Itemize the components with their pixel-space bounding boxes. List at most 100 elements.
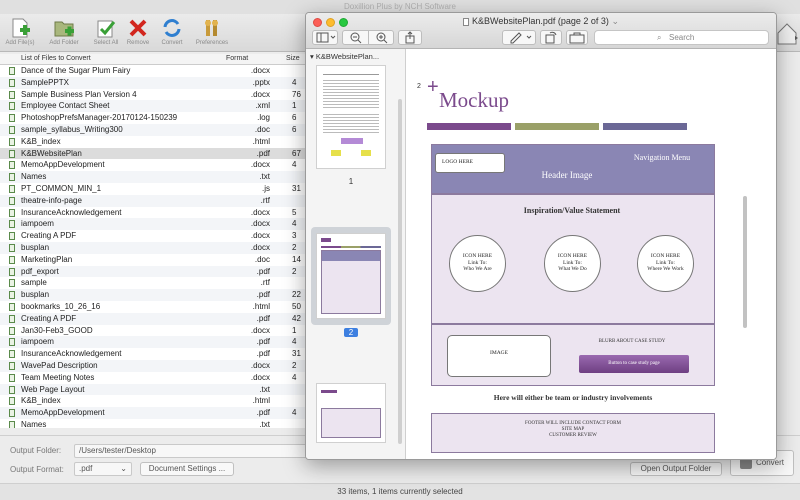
file-row[interactable]: Names .txt xyxy=(0,171,305,183)
add-file-icon xyxy=(12,18,30,38)
file-size: 2 xyxy=(292,266,297,276)
file-row[interactable]: Employee Contact Sheet .xml 1 xyxy=(0,100,305,113)
rotate-icon xyxy=(545,31,557,44)
column-name-header[interactable]: List of Files to Convert xyxy=(21,55,91,62)
file-row[interactable]: PT_COMMON_MIN_1 .js 31 xyxy=(0,183,305,195)
sidebar-scrollbar[interactable] xyxy=(398,99,402,444)
page-1-thumbnail[interactable] xyxy=(316,65,386,169)
thumbnail-line xyxy=(323,74,379,75)
sidebar-toggle-button[interactable] xyxy=(312,30,338,45)
file-list[interactable]: Dance of the Sugar Plum Fairy .docx Sample… xyxy=(0,65,305,428)
toolbox-button[interactable] xyxy=(566,30,588,45)
output-folder-field[interactable]: /Users/tester/Desktop xyxy=(74,444,334,458)
file-name: K&B_index xyxy=(21,136,61,146)
document-icon xyxy=(9,67,15,75)
file-size: 4 xyxy=(292,77,297,87)
file-row[interactable]: InsuranceAcknowledgement .docx 5 xyxy=(0,207,305,219)
file-row[interactable]: Creating A PDF .docx 3 xyxy=(0,230,305,242)
file-row[interactable]: MemoAppDevelopment .pdf 4 xyxy=(0,407,305,419)
file-row[interactable]: busplan .pdf 22 xyxy=(0,289,305,301)
file-row[interactable]: theatre-info-page .rtf xyxy=(0,194,305,207)
file-name: bookmarks_10_26_16 xyxy=(21,301,101,311)
file-row[interactable]: K&B_index .html xyxy=(0,136,305,148)
file-format: .txt xyxy=(259,172,270,182)
file-row[interactable]: WavePad Description .docx 2 xyxy=(0,359,305,372)
file-row[interactable]: SamplePPTX .pptx 4 xyxy=(0,76,305,89)
select-all-icon xyxy=(97,20,116,38)
home-icon xyxy=(777,23,798,45)
file-row[interactable]: K&B_index .html xyxy=(0,395,305,407)
file-name: InsuranceAcknowledgement xyxy=(21,207,122,217)
rotate-button[interactable] xyxy=(540,30,562,45)
mockup-footer-text: FOOTER WILL INCLUDE CONTACT FORM SITE MA… xyxy=(525,421,621,438)
open-output-folder-button[interactable]: Open Output Folder xyxy=(630,462,722,476)
column-format-header[interactable]: Format xyxy=(226,55,248,62)
file-format: .html xyxy=(252,136,270,146)
sidebar-icon xyxy=(316,32,336,43)
mockup-image-box: IMAGE xyxy=(447,335,551,377)
convert-toolbar-button[interactable]: Convert xyxy=(152,16,192,52)
document-icon xyxy=(9,420,15,428)
document-icon xyxy=(9,397,15,406)
file-size: 50 xyxy=(292,301,301,311)
output-format-select[interactable]: .pdf ⌄ xyxy=(74,462,132,476)
search-icon: ⌕ xyxy=(657,33,662,42)
document-icon xyxy=(9,326,15,335)
file-row[interactable]: Dance of the Sugar Plum Fairy .docx xyxy=(0,65,305,77)
file-row[interactable]: PhotoshopPrefsManager-20170124-150239 .lo… xyxy=(0,112,305,124)
thumbnail-yellow-box xyxy=(361,150,371,156)
file-row[interactable]: Web Page Layout .txt xyxy=(0,383,305,396)
preferences-button[interactable]: Preferences xyxy=(192,16,232,52)
add-folder-button[interactable]: Add Folder xyxy=(44,16,84,52)
file-format: .docx xyxy=(250,219,270,229)
file-row[interactable]: bookmarks_10_26_16 .html 50 xyxy=(0,301,305,313)
file-row[interactable]: Team Meeting Notes .docx 4 xyxy=(0,372,305,384)
title-chevron-icon: ⌄ xyxy=(608,16,619,26)
search-field[interactable]: ⌕ Search xyxy=(594,30,769,45)
file-row[interactable]: MemoAppDevelopment .docx 4 xyxy=(0,159,305,171)
file-name: pdf_export xyxy=(21,266,59,276)
document-scrollbar[interactable] xyxy=(743,196,747,328)
add-files-button[interactable]: Add File(s) xyxy=(0,16,40,52)
file-row[interactable]: Names .txt xyxy=(0,419,305,428)
file-format: .doc xyxy=(254,124,270,134)
file-row[interactable]: pdf_export .pdf 2 xyxy=(0,265,305,278)
document-settings-button[interactable]: Document Settings ... xyxy=(140,462,234,476)
file-row[interactable]: iampoem .pdf 4 xyxy=(0,336,305,349)
mockup-title: Mockup xyxy=(439,88,509,112)
file-row[interactable]: Jan30-Feb3_GOOD .docx 1 xyxy=(0,325,305,337)
file-size: 4 xyxy=(292,372,297,382)
file-name: PT_COMMON_MIN_1 xyxy=(21,183,102,193)
page-3-thumbnail[interactable] xyxy=(316,383,386,443)
file-row[interactable]: sample_syllabus_Writing300 .doc 6 xyxy=(0,123,305,136)
markup-button[interactable] xyxy=(502,30,536,45)
document-icon xyxy=(9,232,15,241)
thumbnail-layout xyxy=(321,408,381,438)
page-1-label: 1 xyxy=(348,177,354,186)
mockup-circle-where: ICON HERE Link To: Where We Work xyxy=(637,235,694,292)
file-name: Web Page Layout xyxy=(21,384,85,394)
file-row[interactable]: iampoem .docx 4 xyxy=(0,218,305,231)
file-size: 22 xyxy=(292,290,301,300)
sidebar-document-header[interactable]: ▾ K&BWebsitePlan... xyxy=(310,52,400,61)
file-size: 6 xyxy=(292,124,297,134)
thumbnail-sidebar: ▾ K&BWebsitePlan... 1 2 xyxy=(306,49,406,459)
file-row[interactable]: busplan .docx 2 xyxy=(0,241,305,254)
file-format: .pdf xyxy=(256,290,270,300)
zoom-out-button[interactable] xyxy=(343,31,369,44)
column-size-header[interactable]: Size xyxy=(286,55,300,62)
page-2-thumbnail[interactable] xyxy=(316,233,386,319)
file-row[interactable]: Creating A PDF .pdf 42 xyxy=(0,312,305,325)
zoom-in-button[interactable] xyxy=(369,31,395,44)
file-size: 5 xyxy=(292,207,297,217)
nch-suite-button[interactable] xyxy=(774,18,800,48)
file-row[interactable]: Sample Business Plan Version 4 .docx 76 xyxy=(0,89,305,101)
file-row[interactable]: InsuranceAcknowledgement .pdf 31 xyxy=(0,348,305,360)
preview-titlebar: K&BWebsitePlan.pdf (page 2 of 3) ⌄ ⌕ Sea… xyxy=(306,13,776,49)
share-button[interactable] xyxy=(398,30,422,45)
file-row[interactable]: K&BWebsitePlan .pdf 67 xyxy=(0,147,305,160)
file-row[interactable]: sample .rtf xyxy=(0,277,305,289)
file-name: sample_syllabus_Writing300 xyxy=(21,124,123,134)
document-icon xyxy=(9,220,15,229)
file-row[interactable]: MarketingPlan .doc 14 xyxy=(0,254,305,266)
